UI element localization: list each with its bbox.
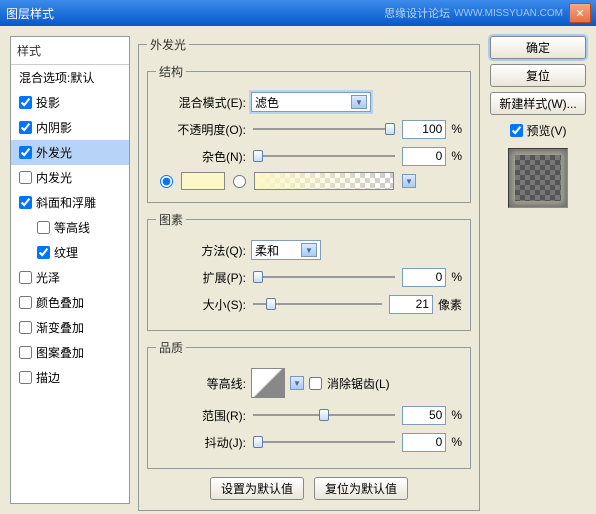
color-radio[interactable]: [160, 175, 173, 188]
quality-legend: 品质: [156, 339, 186, 356]
spread-label: 扩展(P):: [156, 269, 246, 286]
style-satin[interactable]: 光泽: [11, 265, 129, 290]
style-color-overlay[interactable]: 颜色叠加: [11, 290, 129, 315]
new-style-button[interactable]: 新建样式(W)...: [490, 92, 586, 115]
make-default-button[interactable]: 设置为默认值: [210, 477, 304, 500]
antialias-checkbox[interactable]: [309, 377, 322, 390]
contour-picker[interactable]: [251, 368, 285, 398]
title-bar: 图层样式 思缘设计论坛 WWW.MISSYUAN.COM ✕: [0, 0, 596, 26]
technique-combo[interactable]: 柔和▼: [251, 240, 321, 260]
preview-thumbnail: [508, 148, 568, 208]
spread-slider[interactable]: [253, 268, 395, 286]
size-slider[interactable]: [253, 295, 382, 313]
technique-label: 方法(Q):: [156, 242, 246, 259]
spread-input[interactable]: [402, 268, 446, 287]
style-contour[interactable]: 等高线: [11, 215, 129, 240]
ok-button[interactable]: 确定: [490, 36, 586, 59]
antialias-label: 消除锯齿(L): [327, 375, 390, 392]
gradient-overlay-checkbox[interactable]: [19, 321, 32, 334]
jitter-label: 抖动(J):: [156, 434, 246, 451]
gradient-radio[interactable]: [233, 175, 246, 188]
right-panel: 确定 复位 新建样式(W)... 预览(V): [488, 36, 588, 504]
structure-legend: 结构: [156, 63, 186, 80]
style-inner-shadow[interactable]: 内阴影: [11, 115, 129, 140]
elements-fieldset: 图素 方法(Q): 柔和▼ 扩展(P): % 大小(S): 像素: [147, 211, 471, 331]
color-swatch[interactable]: [181, 172, 225, 190]
jitter-input[interactable]: [402, 433, 446, 452]
style-drop-shadow[interactable]: 投影: [11, 90, 129, 115]
outer-glow-checkbox[interactable]: [19, 146, 32, 159]
contour-label: 等高线:: [156, 375, 246, 392]
range-input[interactable]: [402, 406, 446, 425]
pattern-overlay-checkbox[interactable]: [19, 346, 32, 359]
color-overlay-checkbox[interactable]: [19, 296, 32, 309]
outer-glow-legend: 外发光: [147, 36, 189, 53]
opacity-input[interactable]: [402, 120, 446, 139]
noise-slider[interactable]: [253, 147, 395, 165]
range-label: 范围(R):: [156, 407, 246, 424]
style-bevel[interactable]: 斜面和浮雕: [11, 190, 129, 215]
stroke-checkbox[interactable]: [19, 371, 32, 384]
window-title: 图层样式: [5, 5, 384, 22]
blend-mode-combo[interactable]: 滤色▼: [251, 92, 371, 112]
preview-label: 预览(V): [527, 122, 567, 139]
reset-default-button[interactable]: 复位为默认值: [314, 477, 408, 500]
drop-shadow-checkbox[interactable]: [19, 96, 32, 109]
style-texture[interactable]: 纹理: [11, 240, 129, 265]
noise-label: 杂色(N):: [156, 148, 246, 165]
size-input[interactable]: [389, 295, 433, 314]
style-outer-glow[interactable]: 外发光: [11, 140, 129, 165]
bevel-checkbox[interactable]: [19, 196, 32, 209]
range-slider[interactable]: [253, 406, 395, 424]
outer-glow-fieldset: 外发光 结构 混合模式(E): 滤色▼ 不透明度(O): % 杂色(N):: [138, 36, 480, 511]
close-button[interactable]: ✕: [569, 3, 591, 23]
chevron-down-icon: ▼: [351, 95, 367, 109]
noise-input[interactable]: [402, 147, 446, 166]
blend-options-item[interactable]: 混合选项:默认: [11, 65, 129, 90]
elements-legend: 图素: [156, 211, 186, 228]
satin-checkbox[interactable]: [19, 271, 32, 284]
chevron-down-icon: ▼: [301, 243, 317, 257]
preview-checkbox[interactable]: [510, 124, 523, 137]
style-stroke[interactable]: 描边: [11, 365, 129, 390]
styles-list: 样式 混合选项:默认 投影 内阴影 外发光 内发光 斜面和浮雕 等高线 纹理 光…: [10, 36, 130, 504]
inner-shadow-checkbox[interactable]: [19, 121, 32, 134]
gradient-dropdown-icon[interactable]: ▼: [402, 174, 416, 188]
size-label: 大小(S):: [156, 296, 246, 313]
quality-fieldset: 品质 等高线: ▼ 消除锯齿(L) 范围(R): % 抖动(J):: [147, 339, 471, 469]
contour-checkbox[interactable]: [37, 221, 50, 234]
opacity-label: 不透明度(O):: [156, 121, 246, 138]
styles-title[interactable]: 样式: [11, 37, 129, 65]
contour-dropdown-icon[interactable]: ▼: [290, 376, 304, 390]
style-gradient-overlay[interactable]: 渐变叠加: [11, 315, 129, 340]
structure-fieldset: 结构 混合模式(E): 滤色▼ 不透明度(O): % 杂色(N): %: [147, 63, 471, 203]
brand-text: 思缘设计论坛: [384, 5, 450, 21]
brand-url: WWW.MISSYUAN.COM: [454, 8, 563, 19]
settings-panel: 外发光 结构 混合模式(E): 滤色▼ 不透明度(O): % 杂色(N):: [138, 36, 480, 504]
opacity-slider[interactable]: [253, 120, 395, 138]
color-source-row: ▼: [160, 172, 462, 190]
cancel-button[interactable]: 复位: [490, 64, 586, 87]
style-inner-glow[interactable]: 内发光: [11, 165, 129, 190]
gradient-bar[interactable]: [254, 172, 394, 190]
blend-mode-label: 混合模式(E):: [156, 94, 246, 111]
jitter-slider[interactable]: [253, 433, 395, 451]
style-pattern-overlay[interactable]: 图案叠加: [11, 340, 129, 365]
texture-checkbox[interactable]: [37, 246, 50, 259]
dialog-content: 样式 混合选项:默认 投影 内阴影 外发光 内发光 斜面和浮雕 等高线 纹理 光…: [0, 26, 596, 514]
inner-glow-checkbox[interactable]: [19, 171, 32, 184]
